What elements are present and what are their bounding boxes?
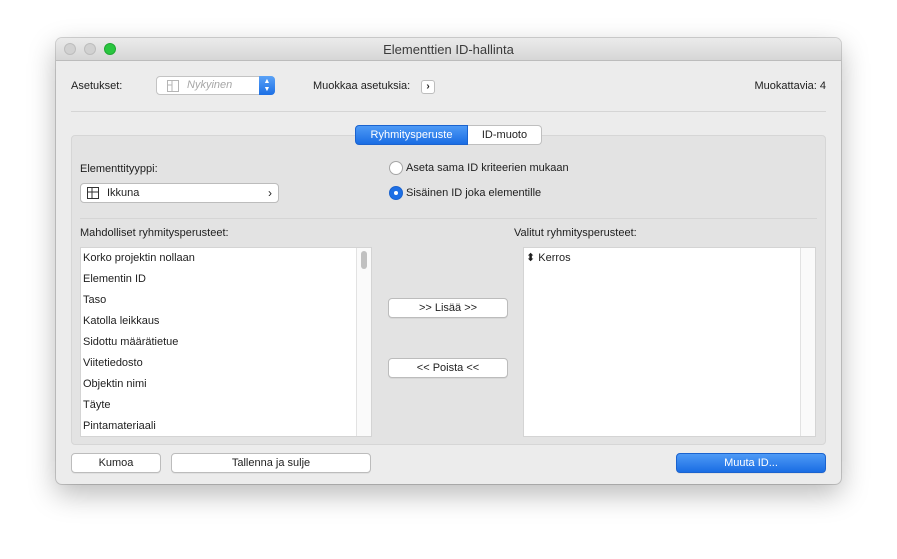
radio-internal-id-label: Sisäinen ID joka elementille xyxy=(406,187,542,199)
element-type-dropdown[interactable]: Ikkuna › xyxy=(80,183,279,203)
available-criteria-list[interactable]: Korko projektin nollaan Elementin ID Tas… xyxy=(80,247,372,437)
list-item[interactable]: Pintamateriaali xyxy=(83,420,156,432)
edit-settings-button[interactable]: › xyxy=(421,80,435,94)
tab-id-format[interactable]: ID-muoto xyxy=(468,125,542,145)
edit-settings-label: Muokkaa asetuksia: xyxy=(313,80,411,92)
editable-count: Muokattavia: 4 xyxy=(754,80,826,92)
undo-button[interactable]: Kumoa xyxy=(71,453,161,473)
window-icon xyxy=(167,80,179,92)
add-button[interactable]: >> Lisää >> xyxy=(388,298,508,318)
panel-separator xyxy=(80,218,817,219)
radio-same-id[interactable] xyxy=(389,161,403,175)
settings-placeholder: Nykyinen xyxy=(187,79,233,91)
save-close-button[interactable]: Tallenna ja sulje xyxy=(171,453,371,473)
list-item[interactable]: ⬍ Kerros xyxy=(526,251,571,264)
scrollbar-thumb[interactable] xyxy=(361,251,367,269)
radio-internal-id[interactable] xyxy=(389,186,403,200)
available-criteria-label: Mahdolliset ryhmitysperusteet: xyxy=(80,227,229,239)
tab-grouping[interactable]: Ryhmitysperuste xyxy=(355,125,468,145)
list-item[interactable]: Objektin nimi xyxy=(83,378,147,390)
list-item[interactable]: Elementin ID xyxy=(83,273,146,285)
title-bar: Elementtien ID-hallinta xyxy=(56,38,841,61)
list-item[interactable]: Täyte xyxy=(83,399,111,411)
scrollbar[interactable] xyxy=(356,248,371,436)
header-separator xyxy=(71,111,826,112)
list-item[interactable]: Korko projektin nollaan xyxy=(83,252,195,264)
change-id-button[interactable]: Muuta ID... xyxy=(676,453,826,473)
element-type-label: Elementtityyppi: xyxy=(80,163,158,175)
list-item[interactable]: Viitetiedosto xyxy=(83,357,143,369)
list-item-label: Kerros xyxy=(538,252,571,264)
list-item[interactable]: Taso xyxy=(83,294,106,306)
list-item[interactable]: Sidottu määrätietue xyxy=(83,336,178,348)
settings-label: Asetukset: xyxy=(71,80,123,92)
chevron-right-icon: › xyxy=(268,186,272,200)
settings-popup[interactable]: Nykyinen ▲ ▼ xyxy=(156,76,275,95)
stepper-icon[interactable]: ▲ ▼ xyxy=(259,76,275,95)
element-type-value: Ikkuna xyxy=(107,187,140,199)
selected-criteria-list[interactable]: ⬍ Kerros xyxy=(523,247,816,437)
tab-bar: Ryhmitysperuste ID-muoto xyxy=(355,125,542,145)
reorder-icon[interactable]: ⬍ xyxy=(526,252,535,264)
scrollbar[interactable] xyxy=(800,248,815,436)
window-icon xyxy=(87,187,99,199)
list-item[interactable]: Katolla leikkaus xyxy=(83,315,159,327)
dialog-window: Elementtien ID-hallinta Asetukset: Nykyi… xyxy=(56,38,841,484)
radio-same-id-label: Aseta sama ID kriteerien mukaan xyxy=(406,162,569,174)
selected-criteria-label: Valitut ryhmitysperusteet: xyxy=(514,227,637,239)
window-title: Elementtien ID-hallinta xyxy=(383,42,514,57)
remove-button[interactable]: << Poista << xyxy=(388,358,508,378)
